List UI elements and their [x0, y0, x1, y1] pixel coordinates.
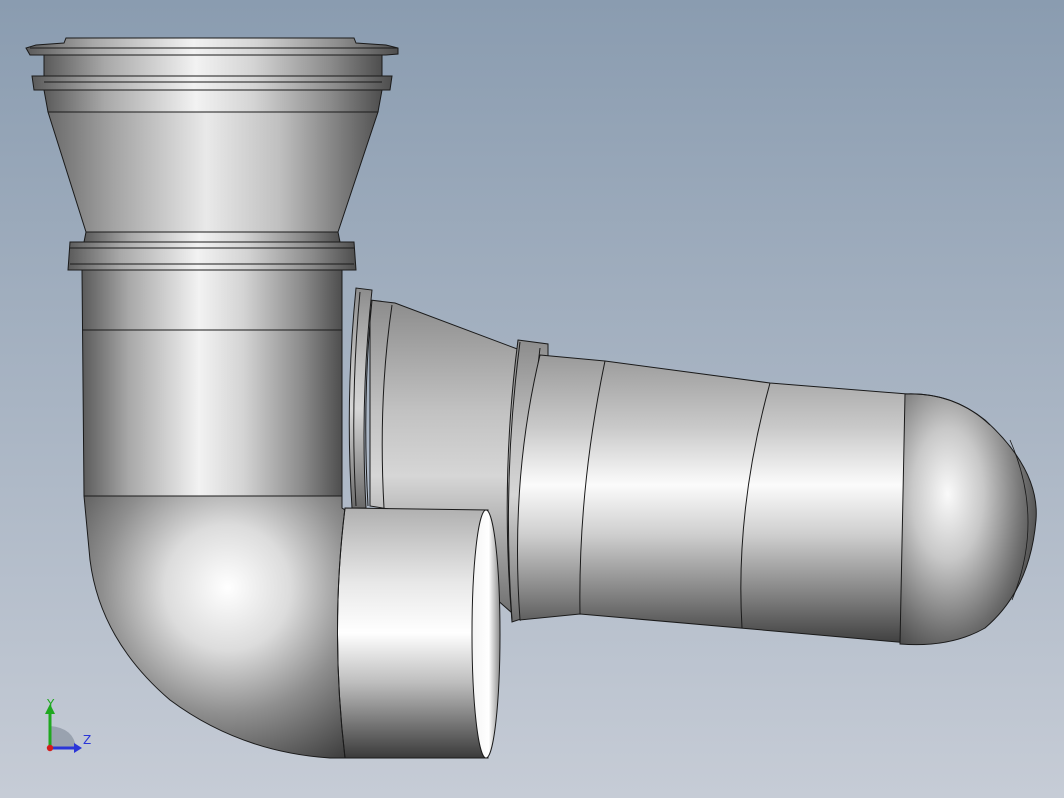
- x-axis-origin: [46, 744, 54, 752]
- graphics-viewport[interactable]: Y Z: [0, 0, 1064, 798]
- triad-z-label: Z: [83, 733, 92, 747]
- outlet-pipe: [337, 507, 489, 759]
- main-pipe-body: [517, 354, 921, 645]
- middle-coupling-ring: [67, 241, 357, 271]
- triad-y-label: Y: [47, 697, 55, 711]
- top-flange-rim: [25, 37, 399, 56]
- orientation-triad[interactable]: Y Z: [36, 696, 100, 760]
- triad-plane-indicator: [50, 726, 76, 748]
- z-axis-arrowhead: [74, 743, 82, 753]
- top-flange-body: [43, 54, 383, 77]
- upper-cone: [47, 111, 379, 233]
- top-flange-collar: [31, 75, 393, 91]
- lower-straight-pipe: [81, 269, 343, 497]
- outlet-opening: [471, 509, 501, 759]
- pipe-assembly-model[interactable]: [0, 0, 1064, 798]
